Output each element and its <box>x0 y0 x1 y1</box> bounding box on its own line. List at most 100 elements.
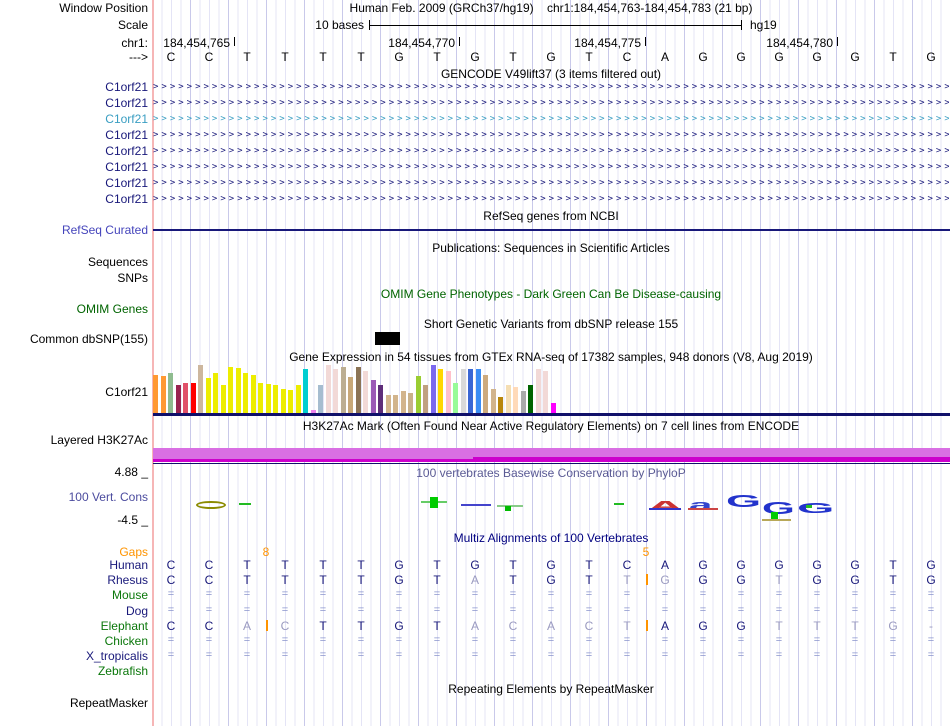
gtex-tissue-bar[interactable] <box>535 369 541 413</box>
conservation-track-title[interactable]: 100 vertebrates Basewise Conservation by… <box>152 466 950 480</box>
gtex-tissue-bar[interactable] <box>198 365 203 413</box>
gtex-tissue-bar[interactable] <box>228 367 233 413</box>
gencode-track-title[interactable]: GENCODE V49lift37 (3 items filtered out) <box>152 67 950 81</box>
gencode-gene-arrow-line[interactable]: >>>>>>>>>>>>>>>>>>>>>>>>>>>>>>>>>>>>>>>>… <box>153 160 949 174</box>
gtex-tissue-bar[interactable] <box>370 380 376 413</box>
species-row-label-zebrafish[interactable]: Zebrafish <box>0 664 148 678</box>
gtex-tissue-bar[interactable] <box>363 371 368 413</box>
omim-track-title[interactable]: OMIM Gene Phenotypes - Dark Green Can Be… <box>152 287 950 301</box>
gtex-tissue-bar[interactable] <box>498 397 503 413</box>
gtex-tissue-bar[interactable] <box>453 383 458 413</box>
refseq-track-title[interactable]: RefSeq genes from NCBI <box>152 209 950 223</box>
gtex-tissue-bar[interactable] <box>333 369 338 413</box>
gtex-tissue-bar[interactable] <box>400 391 406 413</box>
gtex-tissue-bar[interactable] <box>220 385 226 413</box>
gtex-tissue-bar[interactable] <box>385 395 391 413</box>
gtex-tissue-bar[interactable] <box>520 391 526 413</box>
vert-cons-label[interactable]: 100 Vert. Cons <box>0 490 148 504</box>
gtex-tissue-bar[interactable] <box>408 393 413 413</box>
gtex-gene-label[interactable]: C1orf21 <box>0 385 148 399</box>
gtex-tissue-bar[interactable] <box>423 385 428 413</box>
gtex-tissue-bar[interactable] <box>528 385 533 413</box>
gencode-gene-label[interactable]: C1orf21 <box>0 192 148 206</box>
gtex-tissue-bar[interactable] <box>303 369 308 413</box>
gtex-tissue-bar[interactable] <box>288 390 293 413</box>
gtex-tissue-bar[interactable] <box>273 385 278 413</box>
gtex-tissue-bar[interactable] <box>258 383 263 413</box>
gtex-tissue-bar[interactable] <box>280 389 286 413</box>
gencode-gene-arrow-line[interactable]: >>>>>>>>>>>>>>>>>>>>>>>>>>>>>>>>>>>>>>>>… <box>153 128 949 142</box>
species-row-label-rhesus[interactable]: Rhesus <box>0 573 148 587</box>
gencode-gene-label[interactable]: C1orf21 <box>0 112 148 126</box>
gtex-tissue-bar[interactable] <box>265 384 271 413</box>
species-row-label-dog[interactable]: Dog <box>0 604 148 618</box>
gtex-tissue-bar[interactable] <box>445 371 451 413</box>
species-row-label-mouse[interactable]: Mouse <box>0 588 148 602</box>
layered-h3k27ac-label[interactable]: Layered H3K27Ac <box>0 433 148 447</box>
gtex-tissue-bar[interactable] <box>490 389 496 413</box>
multiz-track-title[interactable]: Multiz Alignments of 100 Vertebrates <box>152 531 950 545</box>
gtex-tissue-bar[interactable] <box>505 385 511 413</box>
refseq-curated-gene-line[interactable] <box>153 229 950 231</box>
gtex-tissue-bar[interactable] <box>295 385 301 413</box>
gtex-tissue-bar[interactable] <box>430 365 436 413</box>
gtex-tissue-bar[interactable] <box>340 367 346 413</box>
sequences-row-label[interactable]: Sequences <box>0 255 148 269</box>
gtex-tissue-bar[interactable] <box>543 371 548 413</box>
gtex-tissue-bar[interactable] <box>168 373 173 413</box>
gtex-tissue-bar[interactable] <box>550 403 556 413</box>
gtex-tissue-bar[interactable] <box>160 376 166 413</box>
alignment-base: C <box>622 558 632 572</box>
gtex-tissue-bar[interactable] <box>213 373 218 413</box>
h3k27ac-track-title[interactable]: H3K27Ac Mark (Often Found Near Active Re… <box>152 419 950 433</box>
gencode-gene-label[interactable]: C1orf21 <box>0 96 148 110</box>
gtex-tissue-bar[interactable] <box>190 383 196 413</box>
publications-track-title[interactable]: Publications: Sequences in Scientific Ar… <box>152 241 950 255</box>
gtex-tissue-bar[interactable] <box>378 385 383 413</box>
gtex-tissue-bar[interactable] <box>460 369 466 413</box>
gencode-gene-arrow-line[interactable]: >>>>>>>>>>>>>>>>>>>>>>>>>>>>>>>>>>>>>>>>… <box>153 96 949 110</box>
gtex-tissue-bar[interactable] <box>243 373 248 413</box>
species-row-label-x_tropicalis[interactable]: X_tropicalis <box>0 649 148 663</box>
gencode-gene-arrow-line[interactable]: >>>>>>>>>>>>>>>>>>>>>>>>>>>>>>>>>>>>>>>>… <box>153 144 949 158</box>
gencode-gene-label[interactable]: C1orf21 <box>0 176 148 190</box>
gencode-gene-arrow-line[interactable]: >>>>>>>>>>>>>>>>>>>>>>>>>>>>>>>>>>>>>>>>… <box>153 112 949 126</box>
gtex-tissue-bar[interactable] <box>205 378 211 413</box>
gtex-track-title[interactable]: Gene Expression in 54 tissues from GTEx … <box>152 350 950 364</box>
gtex-tissue-bar[interactable] <box>393 395 398 413</box>
snps-row-label[interactable]: SNPs <box>0 271 148 285</box>
gtex-tissue-bar[interactable] <box>475 369 481 413</box>
omim-genes-label[interactable]: OMIM Genes <box>0 302 148 316</box>
gtex-tissue-bar[interactable] <box>175 385 181 413</box>
gtex-tissue-bar[interactable] <box>250 375 256 413</box>
species-row-label-human[interactable]: Human <box>0 558 148 572</box>
gencode-gene-arrow-line[interactable]: >>>>>>>>>>>>>>>>>>>>>>>>>>>>>>>>>>>>>>>>… <box>153 176 949 190</box>
gencode-gene-arrow-line[interactable]: >>>>>>>>>>>>>>>>>>>>>>>>>>>>>>>>>>>>>>>>… <box>153 80 949 94</box>
gtex-tissue-bar[interactable] <box>153 375 158 413</box>
gtex-tissue-bar[interactable] <box>325 365 331 413</box>
refseq-curated-label[interactable]: RefSeq Curated <box>0 223 148 237</box>
gtex-tissue-bar[interactable] <box>468 369 473 413</box>
gencode-gene-arrow-line[interactable]: >>>>>>>>>>>>>>>>>>>>>>>>>>>>>>>>>>>>>>>>… <box>153 192 949 206</box>
gencode-gene-label[interactable]: C1orf21 <box>0 80 148 94</box>
gencode-gene-label[interactable]: C1orf21 <box>0 144 148 158</box>
gtex-tissue-bar[interactable] <box>438 369 443 413</box>
gtex-tissue-bar[interactable] <box>235 368 241 413</box>
gtex-tissue-bar[interactable] <box>513 387 518 413</box>
repeatmasker-track-title[interactable]: Repeating Elements by RepeatMasker <box>152 682 950 696</box>
repeatmasker-label[interactable]: RepeatMasker <box>0 696 148 710</box>
gencode-gene-label[interactable]: C1orf21 <box>0 160 148 174</box>
gencode-gene-label[interactable]: C1orf21 <box>0 128 148 142</box>
gtex-tissue-bar[interactable] <box>318 385 323 413</box>
snp-variant-box[interactable] <box>375 332 400 345</box>
gtex-tissue-bar[interactable] <box>483 375 488 413</box>
dbsnp-track-title[interactable]: Short Genetic Variants from dbSNP releas… <box>152 317 950 331</box>
reference-base: T <box>433 50 441 64</box>
species-row-label-elephant[interactable]: Elephant <box>0 619 148 633</box>
gtex-tissue-bar[interactable] <box>348 377 353 413</box>
common-dbsnp-label[interactable]: Common dbSNP(155) <box>0 332 148 346</box>
gtex-tissue-bar[interactable] <box>183 383 188 413</box>
gtex-tissue-bar[interactable] <box>415 376 421 413</box>
gtex-tissue-bar[interactable] <box>355 367 361 413</box>
species-row-label-chicken[interactable]: Chicken <box>0 634 148 648</box>
